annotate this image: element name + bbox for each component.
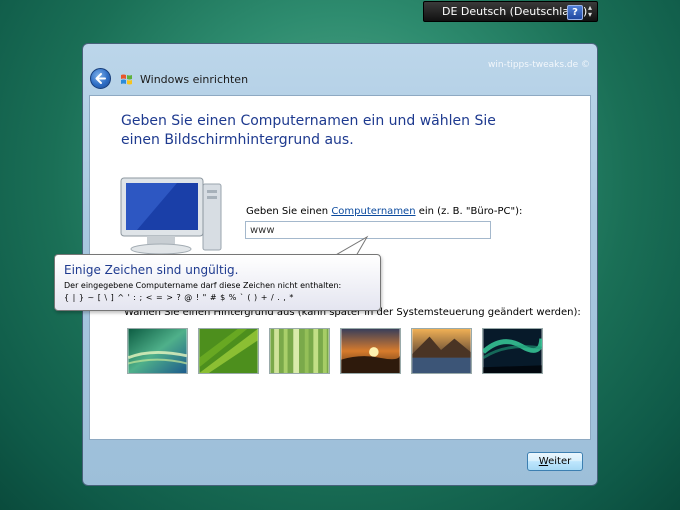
wallpaper-thumb-lake[interactable] [411,328,472,374]
window-title: Windows einrichten [140,73,249,86]
tooltip-invalid-chars: { | } ~ [ \ ] ^ ' : ; < = > ? @ ! " # $ … [64,293,294,302]
language-bar[interactable]: DE Deutsch (Deutschland) ? ▴ ▾ [423,1,598,22]
computer-icon [120,177,222,255]
page-heading: Geben Sie einen Computernamen ein und wä… [121,113,496,148]
next-button[interactable]: Weiter [527,452,583,471]
back-button[interactable] [90,68,111,89]
language-bar-options-icon[interactable]: ▴ ▾ [585,4,595,20]
back-arrow-icon [95,73,106,84]
help-icon[interactable]: ? [567,5,583,20]
computer-name-help-link[interactable]: Computernamen [331,206,415,217]
footer: Weiter [89,442,591,480]
windows-logo-icon [121,74,132,85]
language-label[interactable]: DE Deutsch (Deutschland) [442,5,587,18]
wallpaper-thumb-aurora[interactable] [127,328,188,374]
tooltip-message: Der eingegebene Computername darf diese … [64,281,342,290]
tooltip-title: Einige Zeichen sind ungültig. [64,263,239,277]
watermark: win-tipps-tweaks.de © [488,60,591,70]
invalid-characters-tooltip: Einige Zeichen sind ungültig. Der eingeg… [54,254,381,311]
wallpaper-thumb-sunset[interactable] [340,328,401,374]
wallpaper-thumb-leaf[interactable] [198,328,259,374]
wallpaper-thumb-northern-lights[interactable] [482,328,543,374]
computer-name-label: Geben Sie einen Computernamen ein (z. B.… [246,206,523,217]
wallpaper-thumb-bamboo[interactable] [269,328,330,374]
